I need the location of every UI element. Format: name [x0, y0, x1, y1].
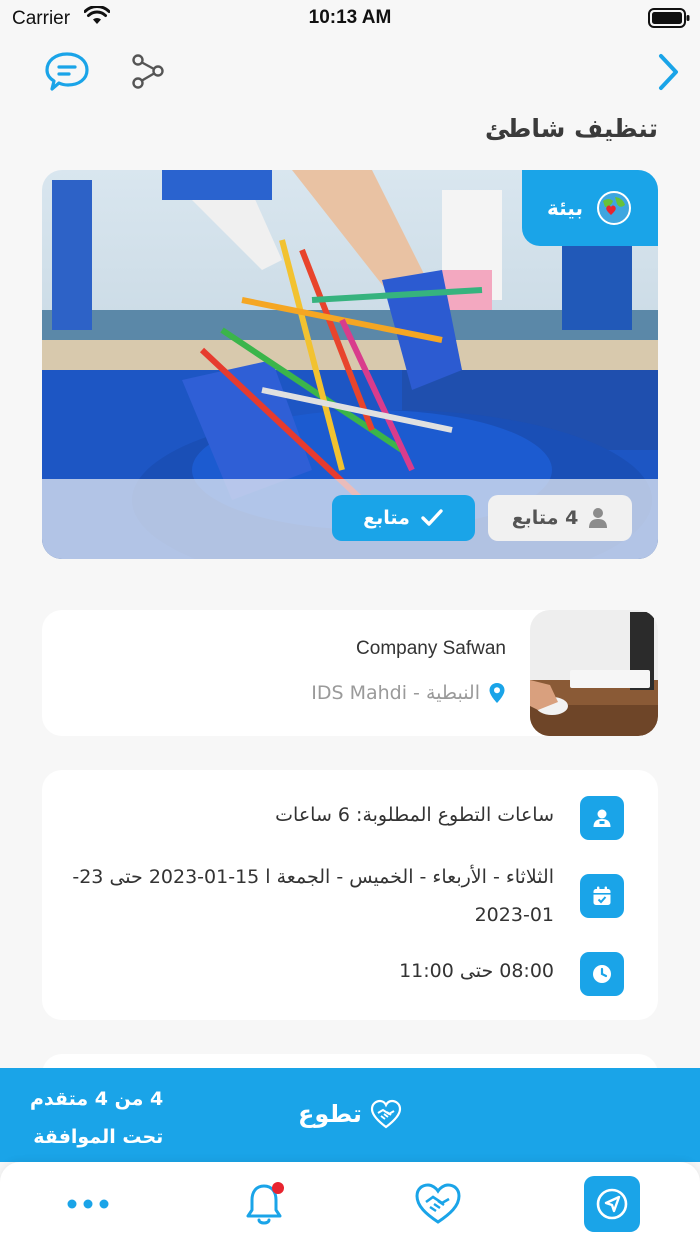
volunteer-hours-row: ساعات التطوع المطلوبة: 6 ساعات — [275, 796, 624, 840]
event-details-card: ساعات التطوع المطلوبة: 6 ساعات الثلاثاء … — [42, 770, 658, 1020]
calendar-icon — [580, 874, 624, 918]
tab-notifications[interactable] — [236, 1176, 292, 1232]
applicants-count: 4 من 4 متقدم — [30, 1088, 164, 1110]
chat-bubble-icon — [45, 52, 89, 91]
tab-volunteering[interactable] — [408, 1176, 468, 1232]
volunteer-label: تطوع — [298, 1100, 362, 1128]
followers-label: 4 متابع — [511, 507, 579, 529]
location-pin-icon — [489, 683, 505, 703]
event-time-row: 08:00 حتى 11:00 — [399, 952, 624, 996]
volunteer-bar: 4 من 4 متقدم تحت الموافقة تطوع — [0, 1068, 700, 1162]
organization-name: Company Safwan — [356, 638, 506, 659]
status-bar: Carrier 10:13 AM — [0, 0, 700, 36]
back-button[interactable] — [656, 52, 680, 92]
checkmark-icon — [421, 509, 443, 526]
battery-icon — [648, 8, 690, 28]
page-title: تنظيف شاطئ — [484, 114, 658, 143]
volunteer-hours-text: ساعات التطوع المطلوبة: 6 ساعات — [275, 804, 554, 826]
category-label: بيئة — [547, 196, 583, 220]
location-label: النبطية - IDS Mahdi — [311, 682, 480, 704]
event-time-text: 08:00 حتى 11:00 — [399, 960, 554, 982]
tab-more[interactable] — [60, 1176, 116, 1232]
share-button[interactable] — [130, 54, 166, 90]
event-hero-image: بيئة 4 متابع متابع — [42, 170, 658, 559]
organization-thumbnail — [530, 610, 658, 736]
chat-button[interactable] — [44, 50, 90, 94]
navigation-arrow-icon — [596, 1188, 628, 1220]
handshake-icon — [370, 1099, 401, 1129]
event-days-text: الثلاثاء - الأربعاء - الخميس - الجمعة ا … — [72, 866, 554, 926]
event-days-row: الثلاثاء - الأربعاء - الخميس - الجمعة ا … — [68, 858, 624, 934]
handshake-icon — [415, 1183, 461, 1224]
tab-bar — [0, 1162, 700, 1244]
followers-count: 4 متابع — [488, 495, 632, 541]
chevron-right-icon — [659, 54, 678, 90]
person-badge-icon — [580, 796, 624, 840]
clock-icon — [580, 952, 624, 996]
follow-label: متابع — [363, 507, 410, 529]
tab-explore[interactable] — [584, 1176, 640, 1232]
organization-card[interactable]: Company Safwan النبطية - IDS Mahdi — [42, 610, 658, 736]
category-badge[interactable]: بيئة — [522, 170, 658, 246]
person-icon — [589, 508, 608, 528]
bell-icon — [246, 1182, 284, 1225]
organization-location: النبطية - IDS Mahdi — [311, 682, 506, 704]
volunteer-button[interactable]: تطوع — [298, 1094, 402, 1134]
clock: 10:13 AM — [308, 7, 392, 28]
earth-heart-icon — [596, 191, 631, 225]
follow-button[interactable]: متابع — [332, 495, 475, 541]
applicants-status: 4 من 4 متقدم تحت الموافقة — [30, 1080, 163, 1156]
share-icon — [132, 54, 164, 89]
ellipsis-icon — [67, 1199, 109, 1209]
approval-status: تحت الموافقة — [33, 1126, 164, 1148]
